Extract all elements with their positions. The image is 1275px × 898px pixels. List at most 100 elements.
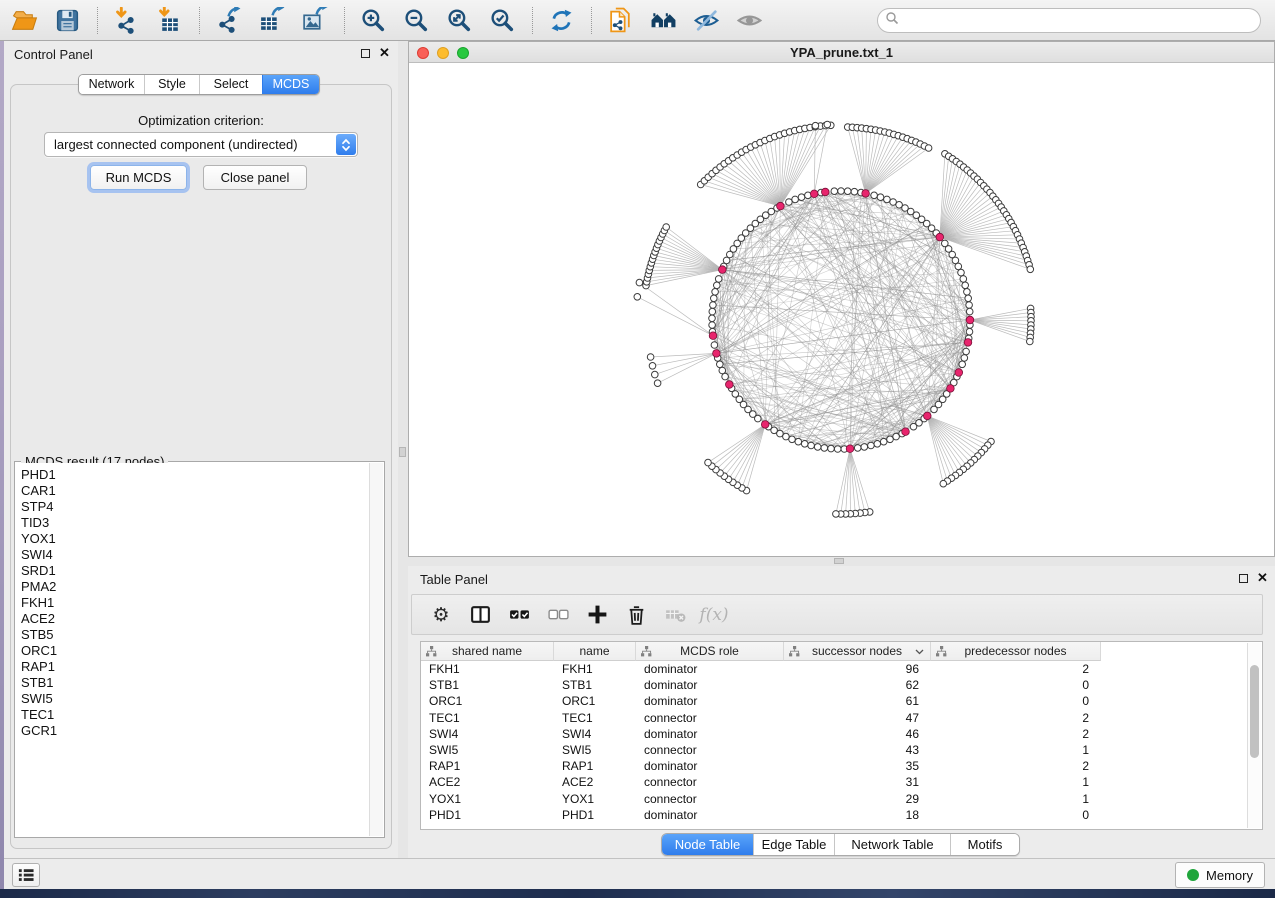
export-network-icon[interactable] (212, 4, 244, 36)
mcds-result-item[interactable]: GCR1 (21, 723, 369, 739)
cell-MCDS-role: dominator (636, 661, 784, 677)
mcds-result-item[interactable]: ACE2 (21, 611, 369, 627)
cell-MCDS-role: dominator (636, 726, 784, 742)
save-session-icon[interactable] (51, 4, 83, 36)
table-panel-tabs: Node TableEdge TableNetwork TableMotifs (661, 833, 1020, 856)
mcds-result-item[interactable]: SWI5 (21, 691, 369, 707)
table-row-ORC1[interactable]: ORC1ORC1dominator610 (421, 693, 1247, 709)
float-panel-icon[interactable] (1239, 574, 1248, 583)
mcds-result-item[interactable]: PHD1 (21, 467, 369, 483)
mcds-result-item[interactable]: TID3 (21, 515, 369, 531)
cell-MCDS-role: dominator (636, 807, 784, 823)
deselect-all-rows-icon[interactable] (543, 602, 573, 628)
mcds-result-item[interactable]: FKH1 (21, 595, 369, 611)
tab-node-table[interactable]: Node Table (662, 834, 753, 855)
column-header-successor-nodes[interactable]: successor nodes (784, 642, 931, 661)
cell-predecessor-nodes: 1 (931, 774, 1101, 790)
tab-select[interactable]: Select (199, 75, 262, 94)
float-panel-icon[interactable] (361, 49, 370, 58)
close-panel-button[interactable]: Close panel (203, 165, 307, 190)
column-header-shared-name[interactable]: shared name (421, 642, 554, 661)
table-panel: Table Panel ✕ ⚙f(x) shared namenameMCDS … (408, 566, 1275, 858)
table-row-TEC1[interactable]: TEC1TEC1connector472 (421, 710, 1247, 726)
table-row-SWI4[interactable]: SWI4SWI4dominator462 (421, 726, 1247, 742)
table-row-STB1[interactable]: STB1STB1dominator620 (421, 677, 1247, 693)
zoom-out-icon[interactable] (400, 4, 432, 36)
import-table-icon[interactable] (153, 4, 185, 36)
tab-mcds[interactable]: MCDS (262, 75, 319, 94)
tab-network[interactable]: Network (79, 75, 144, 94)
preview-eye-icon (733, 4, 765, 36)
mcds-result-item[interactable]: PMA2 (21, 579, 369, 595)
tab-motifs[interactable]: Motifs (950, 834, 1019, 855)
cell-shared-name: TEC1 (421, 710, 554, 726)
hide-panels-icon[interactable] (690, 4, 722, 36)
table-settings-gear-icon[interactable]: ⚙ (426, 602, 456, 628)
table-row-SWI5[interactable]: SWI5SWI5connector431 (421, 742, 1247, 758)
open-file-icon[interactable] (8, 4, 40, 36)
run-mcds-button[interactable]: Run MCDS (90, 165, 187, 190)
mcds-result-item[interactable]: SRD1 (21, 563, 369, 579)
add-column-icon[interactable] (582, 602, 612, 628)
mcds-result-list[interactable]: PHD1CAR1STP4TID3YOX1SWI4SRD1PMA2FKH1ACE2… (16, 463, 369, 836)
task-history-button[interactable] (12, 863, 40, 887)
cell-predecessor-nodes: 2 (931, 758, 1101, 774)
cell-MCDS-role: connector (636, 791, 784, 807)
delete-columns-icon[interactable] (621, 602, 651, 628)
criterion-select[interactable]: largest connected component (undirected) (44, 132, 358, 157)
close-panel-icon[interactable]: ✕ (1257, 570, 1268, 586)
search-input[interactable] (899, 11, 1260, 30)
splitter-grip[interactable] (399, 447, 406, 457)
cell-successor-nodes: 29 (784, 791, 931, 807)
horizontal-splitter[interactable] (408, 557, 1275, 566)
table-row-PHD1[interactable]: PHD1PHD1dominator180 (421, 807, 1247, 823)
mcds-result-item[interactable]: STP4 (21, 499, 369, 515)
zoom-fit-icon[interactable] (443, 4, 475, 36)
memory-button[interactable]: Memory (1175, 862, 1265, 888)
column-header-MCDS-role[interactable]: MCDS role (636, 642, 784, 661)
cell-name: SWI4 (554, 726, 636, 742)
hide-columns-icon (660, 602, 690, 628)
table-row-FKH1[interactable]: FKH1FKH1dominator962 (421, 661, 1247, 677)
toolbar-separator (591, 7, 592, 34)
mcds-result-item[interactable]: TEC1 (21, 707, 369, 723)
homes-icon[interactable] (647, 4, 679, 36)
mcds-result-scrollbar[interactable] (369, 463, 383, 836)
zoom-selected-icon[interactable] (486, 4, 518, 36)
search-icon (885, 11, 899, 30)
mcds-result-item[interactable]: STB1 (21, 675, 369, 691)
splitter-grip[interactable] (834, 558, 844, 564)
table-scrollbar[interactable] (1247, 643, 1261, 828)
mcds-result-item[interactable]: ORC1 (21, 643, 369, 659)
tab-style[interactable]: Style (144, 75, 199, 94)
table-row-YOX1[interactable]: YOX1YOX1connector291 (421, 791, 1247, 807)
import-network-icon[interactable] (110, 4, 142, 36)
mcds-result-item[interactable]: YOX1 (21, 531, 369, 547)
cell-successor-nodes: 47 (784, 710, 931, 726)
cell-successor-nodes: 31 (784, 774, 931, 790)
export-table-icon[interactable] (255, 4, 287, 36)
mcds-result-item[interactable]: CAR1 (21, 483, 369, 499)
table-row-ACE2[interactable]: ACE2ACE2connector311 (421, 774, 1247, 790)
column-layout-icon[interactable] (465, 602, 495, 628)
mcds-result-item[interactable]: SWI4 (21, 547, 369, 563)
toolbar-separator (344, 7, 345, 34)
column-header-predecessor-nodes[interactable]: predecessor nodes (931, 642, 1101, 661)
mcds-result-item[interactable]: RAP1 (21, 659, 369, 675)
vertical-splitter[interactable] (398, 41, 408, 858)
table-row-RAP1[interactable]: RAP1RAP1dominator352 (421, 758, 1247, 774)
cell-predecessor-nodes: 0 (931, 807, 1101, 823)
refresh-layout-icon[interactable] (545, 4, 577, 36)
tab-edge-table[interactable]: Edge Table (753, 834, 834, 855)
select-all-rows-icon[interactable] (504, 602, 534, 628)
close-panel-icon[interactable]: ✕ (379, 45, 390, 61)
zoom-in-icon[interactable] (357, 4, 389, 36)
mcds-result-item[interactable]: STB5 (21, 627, 369, 643)
column-header-name[interactable]: name (554, 642, 636, 661)
export-image-icon[interactable] (298, 4, 330, 36)
network-canvas[interactable] (409, 63, 1274, 556)
scrollbar-thumb[interactable] (1250, 665, 1259, 758)
share-document-icon[interactable] (604, 4, 636, 36)
tab-network-table[interactable]: Network Table (834, 834, 950, 855)
cell-name: YOX1 (554, 791, 636, 807)
